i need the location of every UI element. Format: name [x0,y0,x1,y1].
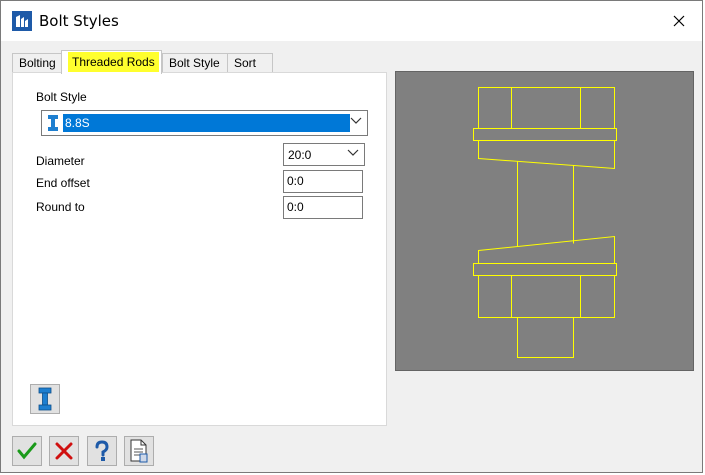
end-offset-label: End offset [36,176,90,190]
close-button[interactable] [656,1,702,41]
document-icon [130,439,148,463]
bolt-properties-button[interactable] [30,384,60,414]
tab-bolt-style-label: Bolt Style [169,56,220,70]
diameter-label: Diameter [36,154,85,168]
help-question-icon [95,440,109,461]
cancel-x-icon [55,442,73,460]
tab-bolting[interactable]: Bolting [12,53,62,72]
tab-sort[interactable]: Sort [227,53,273,72]
tab-threaded-rods-label: Threaded Rods [68,52,159,72]
diameter-select[interactable]: 20:0 [283,143,365,166]
tab-sort-label: Sort [234,56,257,70]
threaded-rod-drawing [473,87,617,358]
round-to-label: Round to [36,200,85,214]
chevron-down-icon [347,149,359,156]
close-icon [673,15,685,27]
bolt-style-selected-value: 8.8S [63,114,350,132]
bolt-icon [38,387,52,411]
tab-bolting-label: Bolting [19,56,56,70]
cancel-button[interactable] [49,436,79,466]
document-button[interactable] [124,436,154,466]
bolt-styles-dialog: Bolt Styles Bolting Threaded Rods Bolt S… [0,0,703,473]
title-bar: Bolt Styles [1,1,702,41]
help-button[interactable] [87,436,117,466]
window-title: Bolt Styles [39,12,119,30]
round-to-input[interactable]: 0:0 [283,196,363,219]
ok-button[interactable] [12,436,42,466]
end-offset-input[interactable]: 0:0 [283,170,363,193]
threaded-rods-panel: Bolt Style 8.8S Diameter 20:0 End offset… [12,72,387,426]
bolt-style-select[interactable]: 8.8S [41,110,368,136]
checkmark-icon [17,442,37,460]
diameter-value: 20:0 [288,148,312,162]
chevron-down-icon [350,117,362,124]
threaded-rod-preview [395,71,694,371]
tab-bolt-style[interactable]: Bolt Style [162,53,228,72]
tab-threaded-rods[interactable]: Threaded Rods [61,50,162,74]
bolt-icon [48,115,58,131]
bolt-style-label: Bolt Style [36,90,87,104]
app-logo-icon [12,11,32,31]
